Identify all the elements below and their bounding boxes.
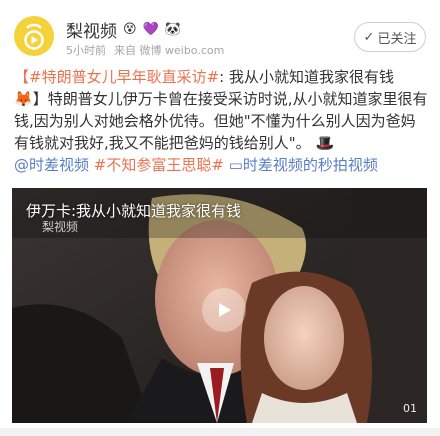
emoji-badge-panda: 🐼 (164, 22, 181, 37)
mention-link[interactable]: @时差视频 (14, 156, 89, 174)
avatar[interactable] (14, 16, 54, 56)
next-post-strip (0, 428, 440, 436)
play-button[interactable] (202, 288, 246, 332)
emoji-badge-dizzy: 😵 (123, 22, 137, 37)
video-player[interactable]: 伊万卡:我从小就知道我家很有钱 梨视频 01 (12, 188, 427, 423)
hashtag-link-2[interactable]: #不知参富王思聪# (94, 156, 224, 174)
body-text: 】特朗普女儿伊万卡曾在接受采访时说,从小就知道家里很有钱,因为别人对她会格外优待… (14, 90, 428, 152)
headline-text: 我从小就知道我家很有钱 (228, 68, 394, 86)
name-row: 梨视频 😵 💜 🐼 (66, 17, 181, 42)
video-duration: 01 (403, 402, 417, 415)
video-link-icon[interactable]: ▭ (229, 156, 243, 174)
checkmark-icon: ✓ (363, 29, 375, 45)
post-time: 5小时前 (66, 44, 106, 57)
post-meta: 5小时前 来自 微博 weibo.com (66, 42, 224, 58)
play-icon (219, 303, 231, 317)
post-header: 梨视频 😵 💜 🐼 5小时前 来自 微博 weibo.com ✓ 已关注 (0, 0, 440, 66)
hashtag-link[interactable]: 【#特朗普女儿早年耿直采访# (14, 68, 219, 86)
follow-label: 已关注 (377, 31, 417, 47)
pear-logo-icon (24, 23, 44, 50)
emoji-badge-heart: 💜 (142, 22, 159, 37)
video-link[interactable]: 时差视频的秒拍视频 (243, 156, 378, 174)
post-text: 【#特朗普女儿早年耿直采访#: 我从小就知道我家很有钱 🦊】特朗普女儿伊万卡曾在… (14, 66, 428, 176)
post-source: 来自 微博 weibo.com (114, 44, 225, 57)
account-name[interactable]: 梨视频 (66, 17, 117, 42)
colon: : (219, 68, 225, 86)
hat-emoji-icon: 🎩 (315, 134, 335, 152)
fox-emoji-icon: 🦊 (14, 90, 33, 108)
video-watermark: 梨视频 (42, 220, 79, 234)
follow-button[interactable]: ✓ 已关注 (354, 22, 426, 52)
